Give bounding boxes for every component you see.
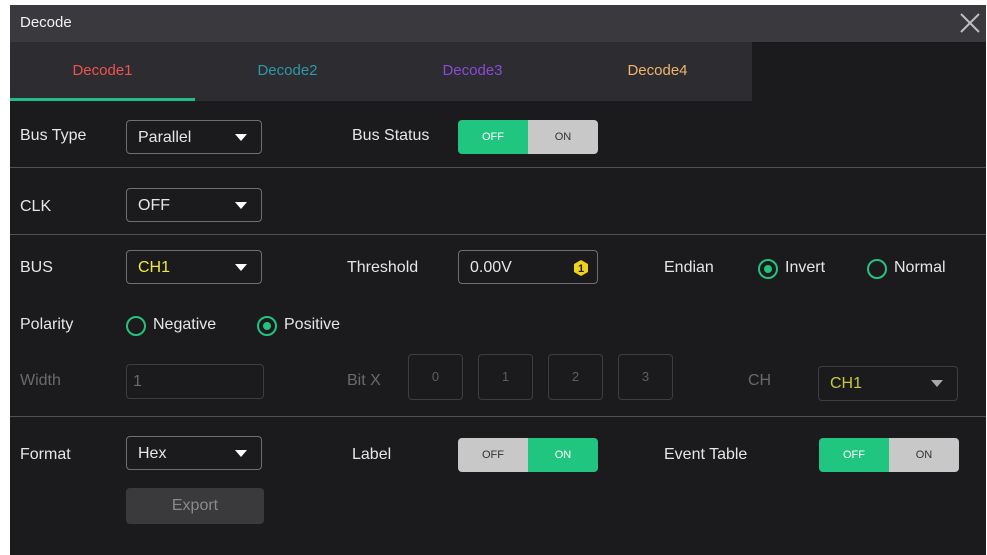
radio-checked-icon <box>758 259 778 279</box>
event-table-toggle[interactable]: OFF ON <box>819 438 959 472</box>
radio-unchecked-icon <box>126 316 146 336</box>
bus-status-toggle[interactable]: OFF ON <box>458 120 598 154</box>
divider <box>10 167 986 168</box>
polarity-positive-label: Positive <box>284 316 341 333</box>
divider <box>10 234 986 235</box>
clk-value: OFF <box>138 197 170 214</box>
label-toggle-label: Label <box>352 446 392 463</box>
dropdown-arrow-icon <box>235 264 247 271</box>
bus-type-label: Bus Type <box>20 127 87 144</box>
clk-label: CLK <box>20 198 52 215</box>
tab-decode4-label: Decode4 <box>627 62 688 79</box>
bit-0-button[interactable]: 0 <box>408 354 463 400</box>
endian-invert-label: Invert <box>785 259 826 276</box>
polarity-negative-label: Negative <box>153 316 217 333</box>
radio-checked-icon <box>257 316 277 336</box>
endian-normal-label: Normal <box>894 259 946 276</box>
tab-decode3-label: Decode3 <box>442 62 503 79</box>
format-value: Hex <box>138 445 167 462</box>
endian-invert-radio[interactable]: Invert <box>758 258 838 282</box>
threshold-value: 0.00V <box>470 259 512 276</box>
polarity-label: Polarity <box>20 316 74 333</box>
tab-decode2-label: Decode2 <box>257 62 318 79</box>
bit-2-button[interactable]: 2 <box>548 354 603 400</box>
tab-decode2[interactable]: Decode2 <box>195 42 380 101</box>
width-input[interactable]: 1 <box>126 364 264 399</box>
endian-label: Endian <box>664 259 714 276</box>
dropdown-arrow-icon <box>235 202 247 209</box>
width-label: Width <box>20 372 61 389</box>
bit-3-button[interactable]: 3 <box>618 354 673 400</box>
format-select[interactable]: Hex <box>126 436 262 470</box>
knob-number: 1 <box>578 263 584 275</box>
close-icon[interactable] <box>958 11 982 35</box>
dropdown-arrow-icon <box>235 450 247 457</box>
format-label: Format <box>20 446 71 463</box>
title-bar: Decode <box>10 5 986 42</box>
label-on[interactable]: ON <box>528 438 598 472</box>
width-value: 1 <box>133 373 142 390</box>
polarity-positive-radio[interactable]: Positive <box>257 315 357 339</box>
tab-decode1[interactable]: Decode1 <box>10 42 195 101</box>
dialog-title: Decode <box>20 14 72 31</box>
threshold-input[interactable]: 0.00V 1 <box>458 250 598 284</box>
label-off[interactable]: OFF <box>458 438 528 472</box>
bus-status-on[interactable]: ON <box>528 120 598 154</box>
bus-status-off[interactable]: OFF <box>458 120 528 154</box>
tab-decode4[interactable]: Decode4 <box>565 42 750 101</box>
event-table-on[interactable]: ON <box>889 438 959 472</box>
dropdown-arrow-icon <box>931 380 943 387</box>
event-table-off[interactable]: OFF <box>819 438 889 472</box>
dropdown-arrow-icon <box>235 134 247 141</box>
divider <box>10 416 986 417</box>
bitx-label: Bit X <box>347 372 381 389</box>
bus-channel-select[interactable]: CH1 <box>126 250 262 284</box>
tab-decode1-label: Decode1 <box>72 62 133 79</box>
decode-dialog: Decode Decode1 Decode2 Decode3 Decode4 B… <box>10 5 986 555</box>
bus-type-value: Parallel <box>138 129 192 146</box>
bus-status-label: Bus Status <box>352 127 430 144</box>
export-button[interactable]: Export <box>126 488 264 524</box>
tab-decode3[interactable]: Decode3 <box>380 42 565 101</box>
ch-value: CH1 <box>830 375 863 392</box>
knob-1-icon[interactable]: 1 <box>572 259 590 277</box>
bus-type-select[interactable]: Parallel <box>126 120 262 154</box>
clk-select[interactable]: OFF <box>126 188 262 222</box>
bus-channel-value: CH1 <box>138 259 171 276</box>
endian-normal-radio[interactable]: Normal <box>867 258 967 282</box>
bit-1-button[interactable]: 1 <box>478 354 533 400</box>
label-toggle[interactable]: OFF ON <box>458 438 598 472</box>
radio-unchecked-icon <box>867 259 887 279</box>
event-table-label: Event Table <box>664 446 748 463</box>
ch-label: CH <box>748 372 772 389</box>
active-tab-underline <box>10 98 195 101</box>
ch-select[interactable]: CH1 <box>818 366 958 401</box>
decode-tabs: Decode1 Decode2 Decode3 Decode4 <box>10 42 752 101</box>
threshold-label: Threshold <box>347 259 419 276</box>
polarity-negative-radio[interactable]: Negative <box>126 315 236 339</box>
bus-label: BUS <box>20 259 53 276</box>
